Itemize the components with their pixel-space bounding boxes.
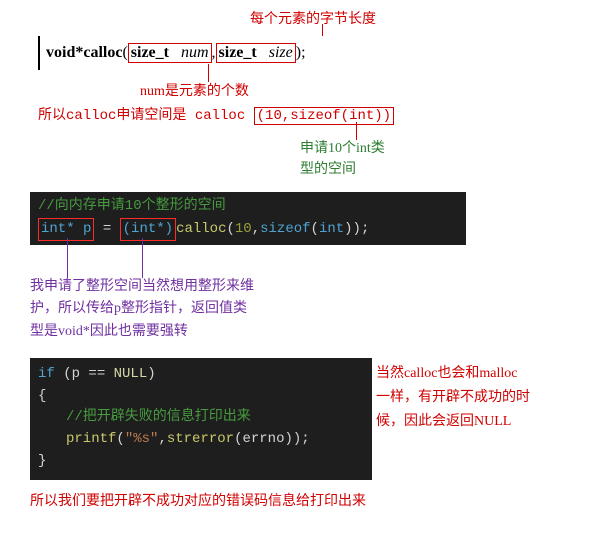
code1-op2: ( [311, 221, 319, 237]
sig-function-name: calloc [83, 44, 122, 62]
annotation-cast-reason: 我申请了整形空间当然想用整形来维 护，所以传给p整形指针，返回值类 型是void… [30, 276, 340, 343]
calloc-usage-prefix: 所以calloc申请空间是 [38, 108, 186, 124]
connector-apply [356, 122, 357, 140]
code1-decl: int* p [41, 221, 91, 237]
function-signature: void * calloc ( size_t num , size_t size… [38, 36, 306, 70]
annotation-bottom-summary: 所以我们要把开辟不成功对应的错误码信息给打印出来 [30, 490, 366, 510]
code-block-nullcheck: if (p == NULL) { //把开辟失败的信息打印出来 printf("… [30, 358, 372, 480]
sig-param1-box: size_t num [128, 43, 212, 63]
code2-printf: printf [66, 431, 116, 447]
annotation-apply-l2: 型的空间 [300, 159, 385, 180]
side-note-l1: 当然calloc也会和malloc [376, 362, 576, 386]
code1-sizeof: sizeof [260, 221, 310, 237]
sig-param2-type: size_t [219, 44, 257, 61]
sig-pointer-star: * [75, 44, 83, 62]
side-note-l2: 一样，有开辟不成功的时 [376, 386, 576, 410]
sig-param2-name: size [269, 44, 293, 61]
code2-cond-a: (p == [55, 366, 114, 382]
sig-param1-type: size_t [131, 44, 169, 61]
mid-note-l1: 我申请了整形空间当然想用整形来维 [30, 276, 340, 298]
connector-intptr-cast [142, 238, 143, 278]
sig-param1-name: num [181, 44, 209, 61]
side-note-l3: 候，因此会返回NULL [376, 410, 576, 434]
calloc-usage-fn: calloc [195, 108, 245, 124]
code1-calloc: calloc [176, 221, 226, 237]
annotation-apply-l1: 申请10个int类 [300, 138, 385, 159]
sig-return-type: void [46, 44, 75, 62]
code1-cast: (int*) [123, 221, 173, 237]
connector-num [208, 64, 209, 82]
connector-intptr-decl [67, 238, 68, 278]
annotation-null-return: 当然calloc也会和malloc 一样，有开辟不成功的时 候，因此会返回NUL… [376, 362, 576, 433]
code1-comma: , [252, 221, 260, 237]
code2-if: if [38, 366, 55, 382]
code2-brace-open: { [38, 386, 364, 408]
calloc-usage-line: 所以calloc申请空间是 calloc (10,sizeof(int)) [38, 104, 394, 124]
code1-10: 10 [235, 221, 252, 237]
code2-comment: //把开辟失败的信息打印出来 [66, 409, 251, 425]
code2-op: ( [116, 431, 124, 447]
code2-cond-b: ) [147, 366, 155, 382]
annotation-num-count: num是元素的个数 [140, 80, 249, 100]
code2-strerror: strerror [167, 431, 234, 447]
code2-null: NULL [114, 366, 148, 382]
code1-op: ( [226, 221, 234, 237]
code1-eq: = [94, 221, 119, 237]
code1-comment: //向内存申请10个整形的空间 [38, 198, 226, 214]
code1-close: )); [344, 221, 369, 237]
annotation-element-bytes: 每个元素的字节长度 [250, 8, 376, 28]
mid-note-l3: 型是void*因此也需要强转 [30, 321, 340, 343]
mid-note-l2: 护，所以传给p整形指针，返回值类 [30, 298, 340, 320]
code2-fmt: "%s" [125, 431, 159, 447]
code2-comma: , [158, 431, 166, 447]
code1-cast-box: (int*) [120, 218, 176, 242]
sig-close: ); [296, 44, 306, 62]
code2-errno: (errno)); [234, 431, 310, 447]
connector-top [322, 24, 323, 36]
code1-int: int [319, 221, 344, 237]
calloc-usage-args-box: (10,sizeof(int)) [254, 107, 394, 125]
sig-param2-box: size_t size [216, 43, 296, 63]
annotation-apply-10-int: 申请10个int类 型的空间 [300, 138, 385, 180]
code2-brace-close: } [38, 451, 364, 473]
code-block-calloc: //向内存申请10个整形的空间 int* p = (int*)calloc(10… [30, 192, 466, 245]
